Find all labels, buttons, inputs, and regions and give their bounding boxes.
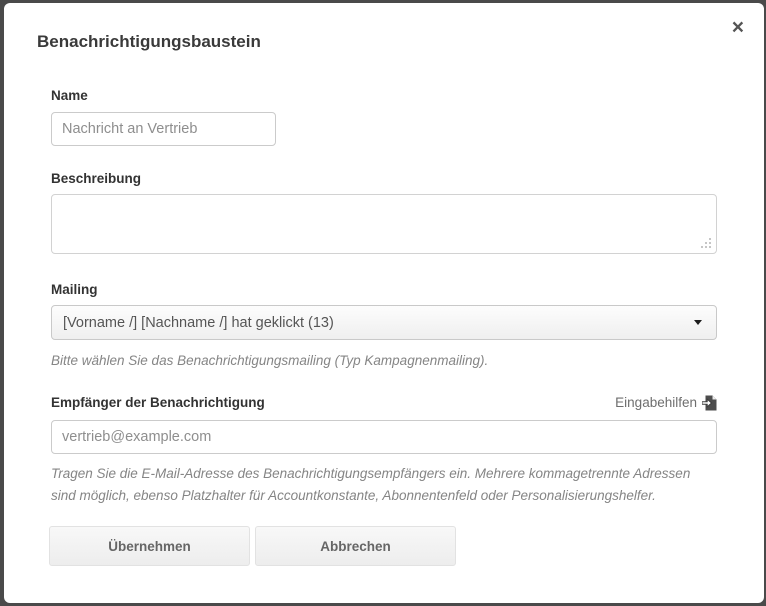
- description-label: Beschreibung: [51, 170, 717, 187]
- name-input[interactable]: [51, 112, 276, 146]
- input-helpers-label: Eingabehilfen: [615, 395, 697, 410]
- recipient-input[interactable]: [51, 420, 717, 454]
- recipient-header-row: Empfänger der Benachrichtigung Eingabehi…: [51, 394, 717, 411]
- recipient-help-text: Tragen Sie die E-Mail-Adresse des Benach…: [51, 463, 717, 507]
- description-textarea-wrap: [51, 194, 717, 254]
- mailing-field-group: Mailing [Vorname /] [Nachname /] hat gek…: [51, 281, 717, 372]
- recipient-label: Empfänger der Benachrichtigung: [51, 394, 265, 411]
- name-field-group: Name: [51, 87, 717, 146]
- notification-module-dialog: Benachrichtigungsbaustein × Name Beschre…: [4, 3, 764, 603]
- dialog-title: Benachrichtigungsbaustein: [37, 32, 731, 52]
- dialog-body: Name Beschreibung Mailing [Vorname /] [N…: [4, 87, 764, 507]
- mailing-select[interactable]: [Vorname /] [Nachname /] hat geklickt (1…: [51, 305, 717, 340]
- description-field-group: Beschreibung: [51, 170, 717, 254]
- mailing-selected-value: [Vorname /] [Nachname /] hat geklickt (1…: [63, 315, 694, 331]
- chevron-down-icon: [694, 320, 702, 325]
- input-helpers-link[interactable]: Eingabehilfen: [615, 395, 717, 411]
- close-icon[interactable]: ×: [732, 19, 744, 37]
- input-helpers-icon: [702, 395, 717, 411]
- mailing-help-text: Bitte wählen Sie das Benachrichtigungsma…: [51, 350, 717, 372]
- apply-button[interactable]: Übernehmen: [49, 526, 250, 566]
- name-label: Name: [51, 87, 717, 104]
- description-textarea[interactable]: [52, 195, 716, 253]
- recipient-field-group: Empfänger der Benachrichtigung Eingabehi…: [51, 394, 717, 507]
- cancel-button[interactable]: Abbrechen: [255, 526, 456, 566]
- mailing-label: Mailing: [51, 281, 717, 298]
- dialog-header: Benachrichtigungsbaustein ×: [4, 3, 764, 52]
- dialog-footer: Übernehmen Abbrechen: [4, 526, 764, 566]
